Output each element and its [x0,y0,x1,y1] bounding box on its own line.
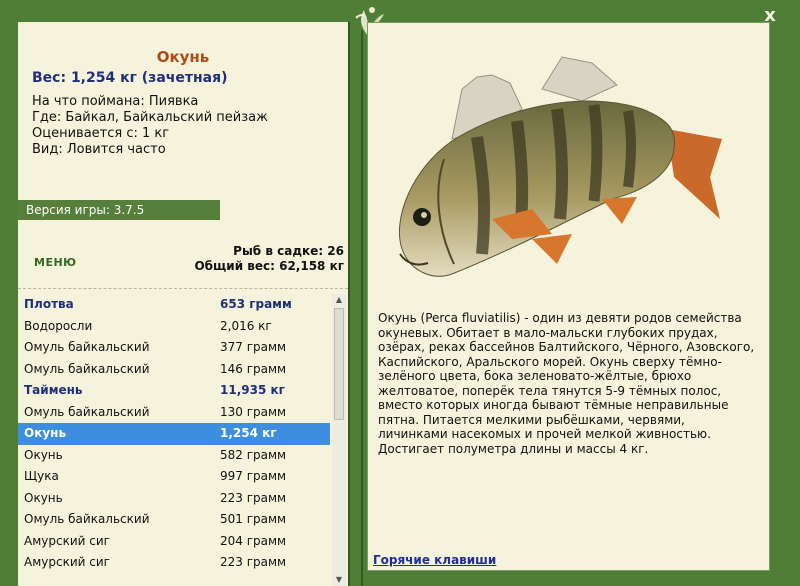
total-weight: Общий вес: 62,158 кг [194,259,344,273]
catch-item-weight: 223 грамм [220,490,287,505]
catch-item-weight: 653 грамм [220,297,292,311]
catch-item-weight: 204 грамм [220,533,287,548]
app-window: x Окунь Вес: 1,254 кг (зачетная) На что … [0,0,800,586]
catch-item-weight: 146 грамм [220,361,287,376]
catch-item-weight: 11,935 кг [220,383,285,397]
catch-item-name: Таймень [24,383,83,397]
scroll-down-icon[interactable]: ▼ [332,574,346,586]
catch-list-item[interactable]: Омуль байкальский 501 грамм [18,509,330,531]
left-divider [348,22,350,586]
catch-list-item[interactable]: Водоросли 2,016 кг [18,316,330,338]
catch-item-name: Амурский сиг [24,555,110,569]
scroll-thumb[interactable] [334,308,344,420]
catch-item-name: Окунь [24,447,63,462]
perch-fish-image [398,56,722,277]
fish-info: На что поймана: Пиявка Где: Байкал, Байк… [32,94,268,158]
info-rated-from: Оценивается с: 1 кг [32,126,170,141]
fish-name: Окунь [156,48,210,66]
catch-list-item[interactable]: Амурский сиг 204 грамм [18,531,330,553]
info-type: Вид: Ловится часто [32,142,166,157]
catch-list-item[interactable]: Окунь 1,254 кг [18,423,330,445]
catch-item-name: Окунь [24,426,67,440]
catch-list-scrollbar[interactable]: ▲ ▼ [332,294,346,586]
catch-list-item[interactable]: Таймень 11,935 кг [18,380,330,402]
catch-item-name: Окунь [24,490,63,505]
catch-item-weight: 1,254 кг [220,426,277,440]
fish-description: Окунь (Perca fluviatilis) - один из девя… [378,311,755,456]
catch-item-name: Омуль байкальский [24,404,150,419]
catch-item-name: Омуль байкальский [24,512,150,526]
fish-detail-panel: Окунь (Perca fluviatilis) - один из девя… [367,22,770,571]
catch-list-item[interactable]: Щука 997 грамм [18,466,330,488]
catch-item-weight: 2,016 кг [220,318,272,333]
catch-stats: Рыб в садке: 26 Общий вес: 62,158 кг [194,244,344,274]
fish-count: Рыб в садке: 26 [233,244,344,258]
catch-item-name: Омуль байкальский [24,340,150,354]
catch-item-weight: 223 грамм [220,555,287,569]
catch-item-weight: 377 грамм [220,340,287,354]
catch-list-item[interactable]: Омуль байкальский 146 грамм [18,359,330,381]
catch-panel: Окунь Вес: 1,254 кг (зачетная) На что по… [18,22,348,586]
hotkeys-link[interactable]: Горячие клавиши [373,553,496,567]
catch-item-name: Щука [24,469,59,483]
list-separator [18,288,348,289]
fish-weight: Вес: 1,254 кг (зачетная) [32,70,228,86]
catch-item-weight: 997 грамм [220,469,287,483]
catch-list-item[interactable]: Окунь 223 грамм [18,488,330,510]
catch-item-weight: 582 грамм [220,447,287,462]
scroll-up-icon[interactable]: ▲ [332,294,346,306]
catch-item-weight: 501 грамм [220,512,287,526]
catch-item-name: Водоросли [24,318,93,333]
info-location: Где: Байкал, Байкальский пейзаж [32,110,268,125]
catch-item-name: Амурский сиг [24,533,110,548]
menu-button[interactable]: МЕНЮ [34,256,77,269]
catch-list-item[interactable]: Плотва 653 грамм [18,294,330,316]
catch-item-name: Плотва [24,297,74,311]
game-version: Версия игры: 3.7.5 [18,200,220,220]
right-divider [361,30,363,586]
catch-list-item[interactable]: Омуль байкальский 377 грамм [18,337,330,359]
catch-item-weight: 130 грамм [220,404,287,419]
catch-item-name: Омуль байкальский [24,361,150,376]
catch-list-item[interactable]: Окунь 582 грамм [18,445,330,467]
catch-list: Плотва 653 грамм Водоросли 2,016 кг Омуль ба… [18,294,330,574]
catch-list-item[interactable]: Омуль байкальский 130 грамм [18,402,330,424]
info-bait: На что поймана: Пиявка [32,94,199,109]
catch-list-item[interactable]: Амурский сиг 223 грамм [18,552,330,574]
